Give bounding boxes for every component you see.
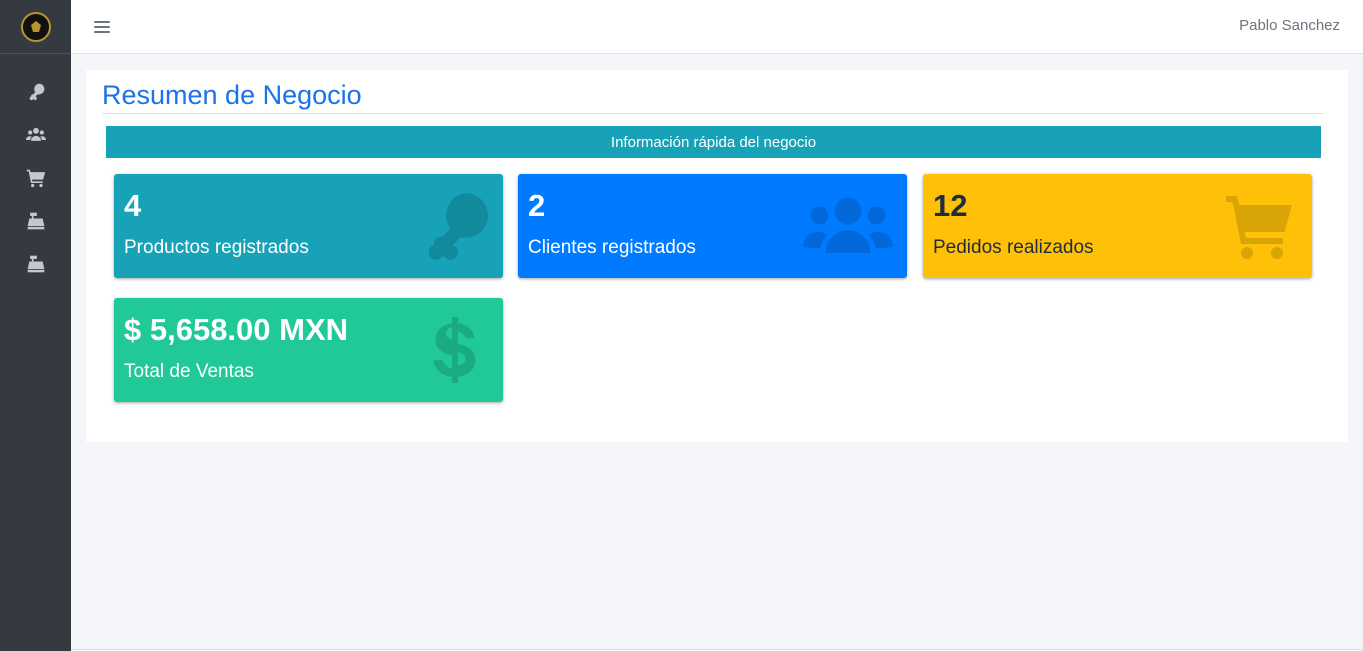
stat-value: 4 [124, 188, 142, 223]
cash-register-icon [27, 255, 44, 272]
stat-value: 12 [933, 188, 968, 223]
stat-box-pedidos[interactable]: 12 Pedidos realizados [923, 174, 1312, 278]
user-menu[interactable]: Pablo Sanchez [1239, 17, 1340, 34]
stat-label: Clientes registrados [528, 237, 696, 258]
menu-toggle-icon[interactable] [94, 17, 110, 37]
stat-label: Pedidos realizados [933, 237, 1094, 258]
sidebar [0, 0, 71, 651]
stat-value: 2 [528, 188, 546, 223]
sidebar-item-clientes[interactable] [0, 113, 71, 156]
title-divider [102, 113, 1324, 114]
stat-label: Total de Ventas [124, 361, 254, 382]
cart-icon [26, 169, 45, 187]
brand-logo-icon[interactable] [20, 11, 51, 42]
sidebar-menu [0, 54, 71, 285]
stat-box-clientes[interactable]: 2 Clientes registrados [518, 174, 907, 278]
stat-box-productos[interactable]: 4 Productos registrados [114, 174, 503, 278]
sidebar-item-productos[interactable] [0, 70, 71, 113]
footer-divider [71, 649, 1363, 650]
page-title: Resumen de Negocio [102, 80, 362, 110]
drumstick-icon [29, 83, 44, 100]
stat-label: Productos registrados [124, 237, 309, 258]
sidebar-item-ventas[interactable] [0, 199, 71, 242]
stat-box-ventas[interactable]: $ 5,658.00 MXN Total de Ventas [114, 298, 503, 402]
sidebar-item-caja[interactable] [0, 242, 71, 285]
dashboard-card: Resumen de Negocio Información rápida de… [86, 70, 1348, 442]
top-navbar: Pablo Sanchez [71, 0, 1363, 54]
dollar-icon [419, 314, 491, 386]
sidebar-item-pedidos[interactable] [0, 156, 71, 199]
cash-register-icon [27, 212, 44, 229]
drumstick-icon [419, 190, 491, 262]
users-icon [25, 127, 46, 141]
info-header: Información rápida del negocio [106, 126, 1321, 158]
users-icon [803, 190, 893, 262]
brand[interactable] [0, 0, 71, 54]
stat-value: $ 5,658.00 MXN [124, 312, 349, 347]
cart-icon [1218, 190, 1300, 262]
